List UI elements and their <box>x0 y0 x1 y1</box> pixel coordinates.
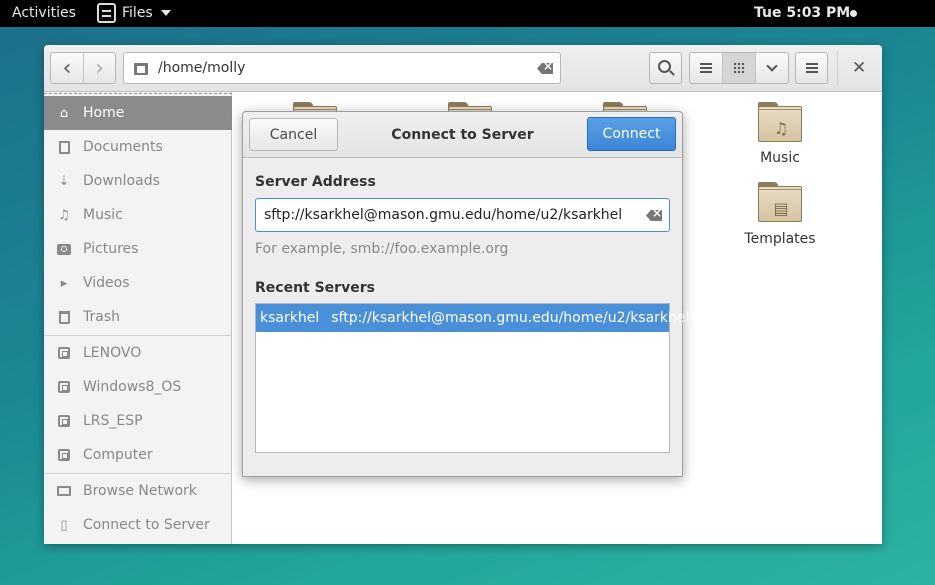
nav-buttons: ‹ › <box>50 52 116 84</box>
list-item[interactable]: ksarkhel sftp://ksarkhel@mason.gmu.edu/h… <box>256 304 689 332</box>
back-button[interactable]: ‹ <box>51 53 83 83</box>
search-button[interactable] <box>649 52 682 84</box>
download-icon: ⇣ <box>58 173 70 189</box>
sidebar-item-label: Pictures <box>83 241 139 257</box>
drive-icon <box>58 381 70 393</box>
folder-icon <box>134 63 148 75</box>
top-bar: Activities Files Tue 5:03 PM <box>0 0 935 27</box>
sidebar-item-windows8-os[interactable]: Windows8_OS <box>44 370 232 404</box>
list-icon <box>700 63 712 73</box>
connect-button[interactable]: Connect <box>587 117 676 151</box>
sidebar-item-music[interactable]: ♫ Music <box>44 198 232 232</box>
sidebar-item-label: Windows8_OS <box>83 379 182 395</box>
home-icon: ⌂ <box>59 105 69 121</box>
video-icon: ▸ <box>60 275 68 291</box>
connect-to-server-dialog: Cancel Connect to Server Connect Server … <box>242 111 689 477</box>
recent-server-uri: sftp://ksarkhel@mason.gmu.edu/home/u2/ks… <box>331 310 690 326</box>
sidebar-item-documents[interactable]: Documents <box>44 130 232 164</box>
clear-input-icon[interactable] <box>646 210 662 221</box>
view-options-button[interactable] <box>755 53 788 83</box>
app-name: Files <box>122 5 153 21</box>
search-icon <box>657 60 671 73</box>
activities-button[interactable]: Activities <box>12 5 76 21</box>
sidebar-item-label: Videos <box>83 275 130 291</box>
sidebar-item-label: LENOVO <box>83 345 142 361</box>
templates-folder-icon[interactable]: ▤ <box>758 182 802 222</box>
recent-servers-label: Recent Servers <box>255 280 375 296</box>
server-icon: ▯ <box>60 517 68 533</box>
sidebar-item-connect-to-server[interactable]: ▯ Connect to Server <box>44 508 232 542</box>
sidebar-item-lenovo[interactable]: LENOVO <box>44 336 232 370</box>
menu-button[interactable] <box>795 52 828 84</box>
network-icon <box>57 486 71 496</box>
sidebar-item-label: Trash <box>83 309 120 325</box>
close-window-button[interactable]: ✕ <box>852 58 866 78</box>
sidebar-item-computer[interactable]: Computer <box>44 438 232 472</box>
sidebar-item-trash[interactable]: Trash <box>44 300 232 334</box>
sidebar-item-lrs-esp[interactable]: LRS_ESP <box>44 404 232 438</box>
sidebar: ⌂ Home Documents ⇣ Downloads ♫ Music Pic… <box>44 92 232 544</box>
trash-icon <box>58 310 70 324</box>
dialog-header: Cancel Connect to Server Connect <box>243 112 682 158</box>
sidebar-item-home[interactable]: ⌂ Home <box>44 96 232 130</box>
status-dot-icon[interactable] <box>850 10 857 17</box>
server-address-label: Server Address <box>255 174 376 190</box>
drop-target-indicator <box>44 93 232 95</box>
drive-icon <box>58 415 70 427</box>
sidebar-item-label: LRS_ESP <box>83 413 143 429</box>
sidebar-item-pictures[interactable]: Pictures <box>44 232 232 266</box>
header-bar: ‹ › /home/molly ✕ <box>44 45 882 92</box>
folder-label-templates[interactable]: Templates <box>730 231 830 247</box>
server-address-value[interactable]: sftp://ksarkhel@mason.gmu.edu/home/u2/ks… <box>264 207 622 223</box>
sidebar-item-videos[interactable]: ▸ Videos <box>44 266 232 300</box>
music-icon: ♫ <box>58 207 70 223</box>
hamburger-icon <box>805 63 818 73</box>
sidebar-item-downloads[interactable]: ⇣ Downloads <box>44 164 232 198</box>
recent-server-name: ksarkhel <box>260 310 320 326</box>
view-buttons <box>689 52 789 84</box>
header-separator <box>837 51 838 85</box>
folder-label-music[interactable]: Music <box>730 150 830 166</box>
clear-location-icon[interactable] <box>537 63 553 74</box>
location-bar[interactable]: /home/molly <box>123 52 561 84</box>
sidebar-item-label: Downloads <box>83 173 160 189</box>
files-app-icon <box>97 3 116 23</box>
document-icon <box>58 140 70 154</box>
grid-view-button[interactable] <box>722 53 755 83</box>
sidebar-item-label: Computer <box>83 447 153 463</box>
sidebar-item-browse-network[interactable]: Browse Network <box>44 474 232 508</box>
list-view-button[interactable] <box>690 53 722 83</box>
music-folder-icon[interactable]: ♫ <box>758 102 802 142</box>
server-address-input[interactable]: sftp://ksarkhel@mason.gmu.edu/home/u2/ks… <box>255 198 670 232</box>
server-address-hint: For example, smb://foo.example.org <box>255 241 509 257</box>
sidebar-item-label: Home <box>83 105 125 121</box>
chevron-down-icon <box>766 60 778 72</box>
camera-icon <box>57 243 71 255</box>
chevron-down-icon <box>160 10 171 16</box>
sidebar-item-label: Connect to Server <box>83 517 210 533</box>
app-menu[interactable]: Files <box>97 3 171 23</box>
grid-icon <box>733 62 745 74</box>
recent-servers-list[interactable]: ksarkhel sftp://ksarkhel@mason.gmu.edu/h… <box>255 303 689 453</box>
forward-button[interactable]: › <box>82 53 115 83</box>
location-path[interactable]: /home/molly <box>158 60 245 76</box>
sidebar-item-label: Browse Network <box>83 483 197 499</box>
sidebar-item-label: Documents <box>83 139 163 155</box>
computer-icon <box>58 449 70 461</box>
drive-icon <box>58 347 70 359</box>
sidebar-item-label: Music <box>83 207 123 223</box>
clock[interactable]: Tue 5:03 PM <box>754 5 850 21</box>
